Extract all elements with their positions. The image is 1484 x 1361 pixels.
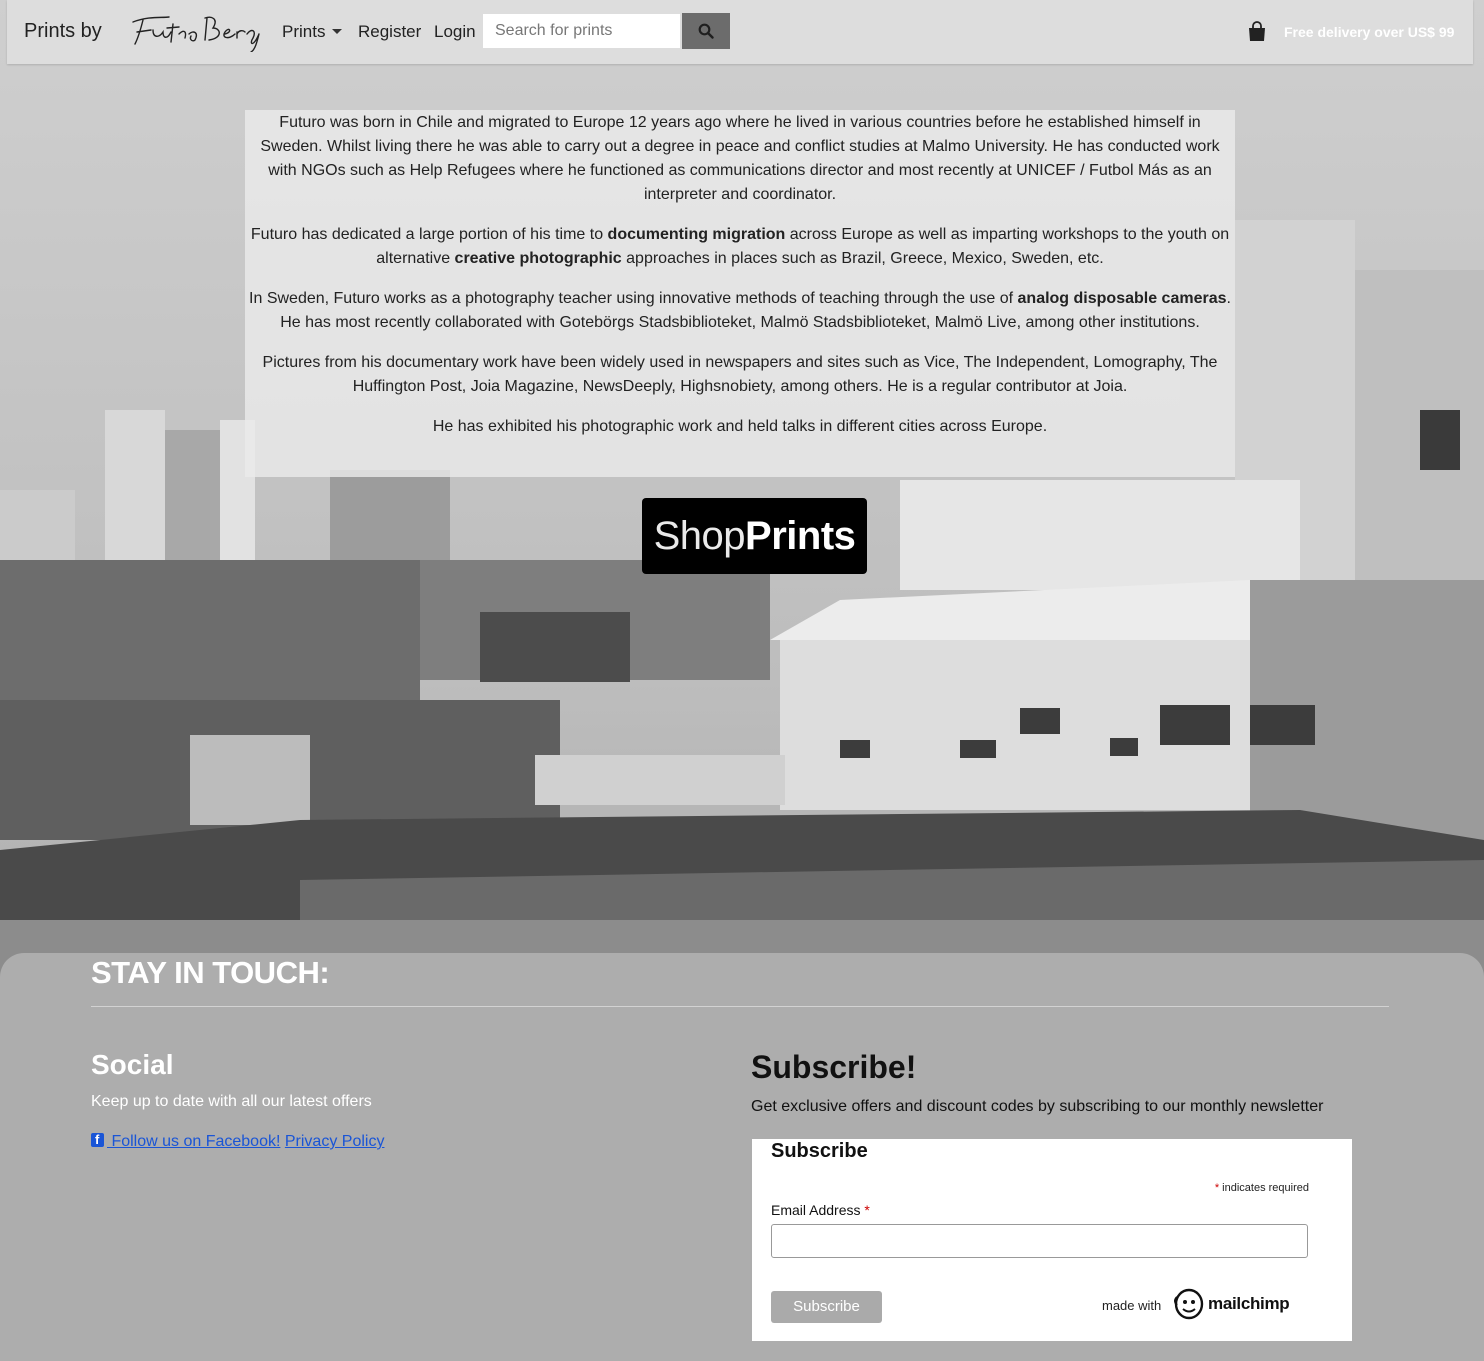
- shop-prints-button[interactable]: Shop Prints: [642, 498, 867, 574]
- facebook-link-label: Follow us on Facebook!: [107, 1133, 281, 1150]
- about-paragraph-4: Pictures from his documentary work have …: [262, 354, 1218, 395]
- footer-divider: [91, 1006, 1389, 1007]
- required-note: * indicates required: [1215, 1182, 1309, 1194]
- register-link[interactable]: Register: [358, 22, 421, 42]
- about-paragraph-1: Futuro was born in Chile and migrated to…: [260, 114, 1220, 203]
- search-input[interactable]: [482, 13, 681, 49]
- made-with-text: made with: [1102, 1298, 1162, 1313]
- shop-label: Shop: [653, 513, 746, 558]
- text-span: Futuro has dedicated a large portion of …: [250, 226, 608, 243]
- email-label: Email Address *: [771, 1202, 870, 1218]
- about-paragraph-3: In Sweden, Futuro works as a photography…: [249, 287, 1231, 335]
- futuro-berg-logo[interactable]: [129, 8, 267, 57]
- caret-down-icon: [332, 29, 343, 34]
- subscribe-text: Get exclusive offers and discount codes …: [751, 1098, 1324, 1115]
- form-title: Subscribe: [771, 1140, 868, 1162]
- footer: STAY IN TOUCH: Social Keep up to date wi…: [0, 953, 1484, 1361]
- shopping-bag-icon[interactable]: [1247, 21, 1267, 47]
- social-links: Follow us on Facebook! Privacy Policy: [91, 1132, 385, 1151]
- text-span: approaches in places such as Brazil, Gre…: [621, 250, 1104, 267]
- facebook-link[interactable]: Follow us on Facebook!: [91, 1132, 281, 1150]
- top-navbar: Prints by Prints Register Login Free del…: [7, 0, 1473, 64]
- email-label-text: Email Address: [771, 1202, 861, 1218]
- free-delivery-banner: Free delivery over US$ 99: [1284, 24, 1455, 40]
- bold-text: analog disposable cameras: [1017, 290, 1227, 307]
- prints-dropdown[interactable]: Prints: [282, 22, 343, 42]
- stay-in-touch-heading: STAY IN TOUCH:: [91, 955, 330, 990]
- login-link[interactable]: Login: [434, 22, 476, 42]
- privacy-policy-link[interactable]: Privacy Policy: [285, 1133, 385, 1150]
- about-paragraph-5: He has exhibited his photographic work a…: [432, 418, 1048, 435]
- social-text: Keep up to date with all our latest offe…: [91, 1093, 372, 1110]
- mailchimp-icon[interactable]: [1172, 1287, 1206, 1326]
- required-asterisk: *: [864, 1202, 870, 1218]
- bold-text: creative photographic: [454, 250, 622, 267]
- text-span: In Sweden, Futuro works as a photography…: [249, 290, 1018, 307]
- social-heading: Social: [91, 1049, 174, 1080]
- about-paragraph-2: Futuro has dedicated a large portion of …: [249, 223, 1231, 271]
- subscribe-heading: Subscribe!: [751, 1049, 917, 1085]
- mailchimp-signup-form: Subscribe * indicates required Email Add…: [752, 1139, 1352, 1341]
- search-button[interactable]: [682, 13, 730, 49]
- prints-dropdown-label: Prints: [282, 22, 326, 41]
- about-panel: Futuro was born in Chile and migrated to…: [245, 110, 1235, 477]
- mailchimp-wordmark: mailchimp: [1208, 1294, 1290, 1313]
- brand-text[interactable]: Prints by: [24, 20, 102, 43]
- facebook-icon: [91, 1132, 104, 1147]
- required-note-text: indicates required: [1222, 1182, 1309, 1194]
- email-field[interactable]: [771, 1224, 1308, 1258]
- subscribe-button[interactable]: Subscribe: [771, 1291, 882, 1323]
- prints-label: Prints: [745, 513, 856, 558]
- bold-text: documenting migration: [607, 226, 786, 243]
- search-icon: [698, 23, 714, 39]
